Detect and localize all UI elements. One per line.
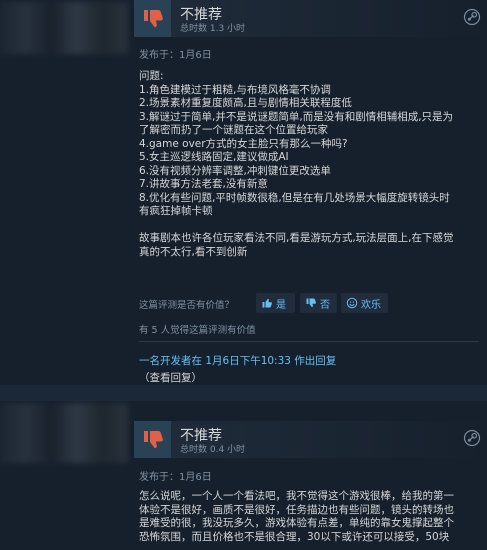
thumbs-down-icon	[143, 9, 163, 27]
vote-no-button[interactable]: 否	[300, 293, 337, 313]
review-line: 真的不太行,看不到创新	[139, 245, 248, 258]
review-line: 4.game over方式的女主脸只有那么一种吗?	[139, 137, 348, 150]
thumbs-down-icon	[143, 430, 163, 448]
review-line: 6.没有视频分辨率调整,冲刺键位更改选单	[139, 164, 331, 177]
review-line: 8.优化有些问题,平时帧数很稳,但是在有几处场景大幅度旋转镜头时	[139, 191, 450, 204]
thumbs-down-icon	[306, 298, 316, 308]
review-line: 1.角色建模过于粗糙,与布境风格毫不协调	[139, 83, 331, 96]
review-line: 7.讲故事方法老套,没有新意	[139, 178, 268, 190]
vote-header: 不推荐 总时数 1.3 小时	[134, 0, 487, 37]
review-line: 怎么说呢，一个人一个看法吧，我不觉得这个游戏很棒，给我的第一	[139, 490, 454, 502]
playtime-hours: 总时数 0.4 小时	[180, 445, 246, 455]
steam-logo-icon	[463, 429, 481, 447]
review-line: 2.场景素材重复度颇高,且与剧情相关联程度低	[139, 97, 352, 109]
review-line: 问题:	[139, 70, 164, 82]
review-content: 问题: 1.角色建模过于粗糙,与布境风格毫不协调 2.场景素材重复度颇高,且与剧…	[139, 70, 479, 259]
review-divider	[0, 385, 487, 401]
vote-header: 不推荐 总时数 0.4 小时	[134, 421, 487, 458]
review-content: 怎么说呢，一个人一个看法吧，我不觉得这个游戏很棒，给我的第一 体验不是很好，画质…	[139, 490, 479, 544]
review-line: 3.解谜过于简单,并不是说谜题简单,而是没有和剧情相辅相成,只是为	[139, 110, 454, 123]
smiley-icon	[346, 297, 358, 309]
posted-date: 发布于：1月6日	[139, 50, 212, 61]
review-line: 恐怖氛围，而且价格也不是很合理，30以下或许还可以接受，50块	[139, 530, 450, 543]
posted-date: 发布于：1月6日	[139, 472, 212, 483]
thumbs-up-icon	[262, 298, 272, 308]
view-response-link[interactable]: （查看回复）	[139, 370, 202, 385]
playtime-hours: 总时数 1.3 小时	[180, 24, 246, 34]
helpful-question: 这篇评测是否有价值？	[139, 300, 235, 311]
review-line: 了解密而扔了一个谜题在这个位置给玩家	[139, 124, 328, 136]
review-card-1: 不推荐 总时数 1.3 小时 发布于：1月6日 问题: 1.角色建模过于粗糙,与…	[0, 0, 487, 385]
review-card-2: 不推荐 总时数 0.4 小时 发布于：1月6日 怎么说呢，一个人一个看法吧，我不…	[0, 401, 487, 550]
vote-yes-label: 是	[276, 299, 286, 311]
helpful-vote-bar: 这篇评测是否有价值？ 是 否 欢乐	[139, 293, 479, 313]
steam-logo-icon	[463, 8, 481, 26]
vote-yes-button[interactable]: 是	[256, 293, 295, 313]
helpful-count: 有 5 人觉得这篇评测有价值	[139, 325, 256, 336]
developer-response-link[interactable]: 一名开发者在 1月6日下午10:33 作出回复	[139, 353, 336, 368]
review-line: 体验不是很好，画质不是很好，任务描边也有些问题，镜头的转场也	[139, 503, 454, 516]
thumbs-down-badge[interactable]	[134, 421, 171, 458]
vote-funny-label: 欢乐	[361, 299, 381, 311]
reviewer-avatar-blurred[interactable]	[0, 2, 128, 54]
review-line: 是难受的很，我没玩多久，游戏体验有点差，单纯的靠女鬼撑起整个	[139, 517, 454, 529]
review-line: 5.女主巡逻线路固定,建议做成AI	[139, 151, 289, 163]
review-line: 有疯狂掉帧卡顿	[139, 205, 213, 217]
vote-no-label: 否	[320, 299, 330, 311]
reviewer-avatar-blurred[interactable]	[0, 403, 128, 463]
thumbs-down-badge[interactable]	[134, 0, 171, 37]
vote-funny-button[interactable]: 欢乐	[341, 293, 388, 313]
review-line: 故事剧本也许各位玩家看法不同,看是游玩方式,玩法层面上,在下感觉	[139, 232, 454, 244]
developer-response-divider	[139, 341, 479, 342]
